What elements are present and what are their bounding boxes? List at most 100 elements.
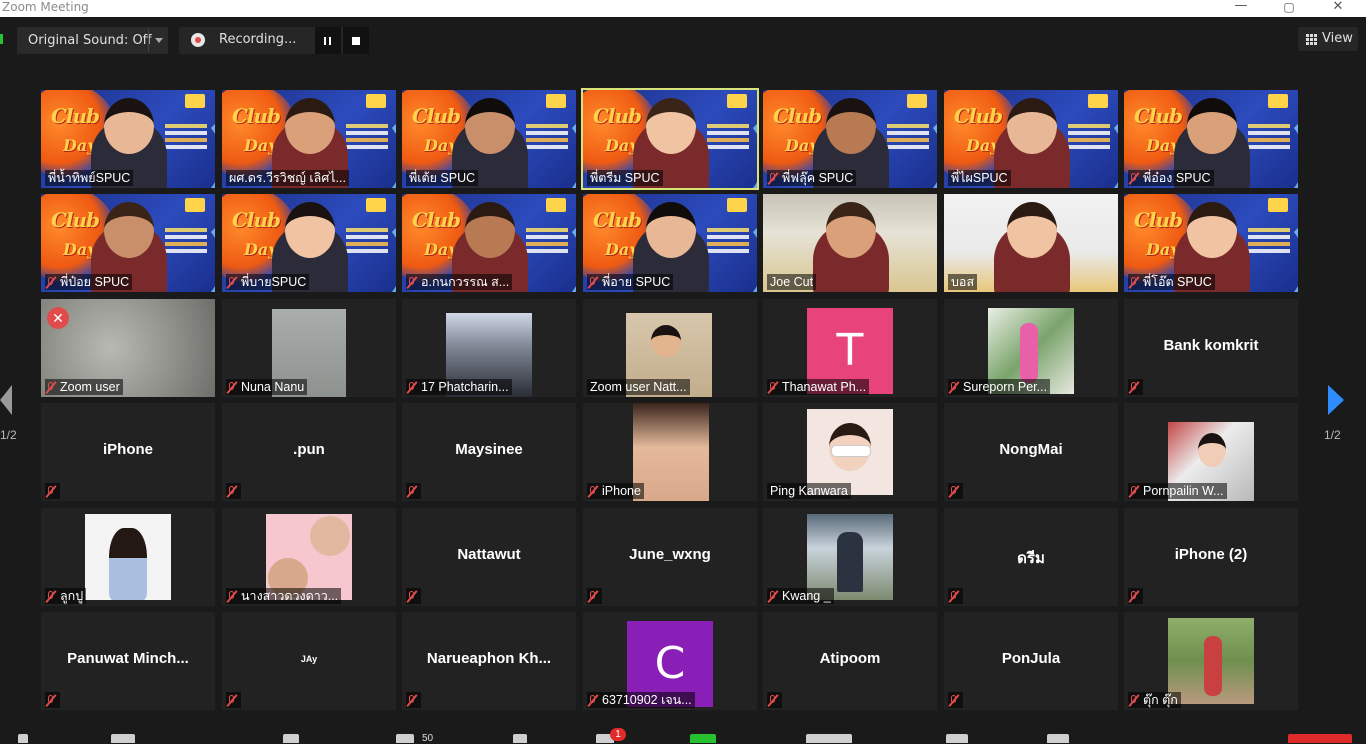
participant-name: ผศ.ดร.วีรวิชญ์ เลิศไ... [229, 171, 346, 185]
page-indicator-right: 1/2 [1324, 428, 1341, 442]
participant-tile[interactable]: Club Day พี่ตรีม SPUC [581, 88, 759, 190]
participant-caption [45, 483, 60, 499]
reactions-icon[interactable] [946, 734, 968, 743]
original-sound-button[interactable]: Original Sound: Off [17, 27, 168, 54]
minimize-icon[interactable]: — [1218, 0, 1264, 17]
participant-tile[interactable]: นางสาวดวงดาว... [222, 508, 396, 606]
participant-tile[interactable]: Club Day พี่ฟลุ๊ค SPUC [763, 90, 937, 188]
record-icon [191, 33, 205, 47]
chevron-down-icon[interactable] [155, 38, 163, 43]
next-page-icon[interactable] [1328, 385, 1344, 415]
participant-tile[interactable]: บอส [944, 194, 1118, 292]
participant-tile[interactable]: Club Day พี่โอ๊ต SPUC [1124, 194, 1298, 292]
participant-tile[interactable]: Club Day พี่อาย SPUC [583, 194, 757, 292]
participant-tile[interactable]: iPhone [583, 403, 757, 501]
participant-tile[interactable]: iPhone (2) [1124, 508, 1298, 606]
polls-icon[interactable] [513, 734, 527, 743]
participant-tile[interactable]: Club Day พี่อ๋อง SPUC [1124, 90, 1298, 188]
participant-tile[interactable]: Club Day พี่บายSPUC [222, 194, 396, 292]
participant-tile[interactable]: Maysinee [402, 403, 576, 501]
apps-icon[interactable] [1047, 734, 1069, 743]
pause-recording-button[interactable] [315, 27, 341, 54]
participant-tile[interactable]: T Thanawat Ph... [763, 299, 937, 397]
participant-tile[interactable]: Zoom user Natt... [583, 299, 757, 397]
participant-tile[interactable]: Atipoom [763, 612, 937, 710]
participant-tile[interactable]: iPhone [41, 403, 215, 501]
participant-caption: พี่บายSPUC [226, 274, 310, 290]
participant-caption: Pornpailin W... [1128, 483, 1227, 499]
participant-caption: Zoom user Natt... [587, 379, 690, 395]
participant-caption [226, 692, 241, 708]
participant-tile[interactable]: C 63710902 เจน... [583, 612, 757, 710]
muted-microphone-icon [45, 381, 57, 393]
participant-name: Nuna Nanu [241, 380, 305, 394]
participant-tile[interactable]: ดรีม [944, 508, 1118, 606]
participant-display-name: iPhone (2) [1174, 546, 1248, 563]
participant-caption: Sureporn Per... [948, 379, 1051, 395]
participant-tile[interactable]: Bank komkrit [1124, 299, 1298, 397]
participant-caption: พี่ไผSPUC [948, 170, 1011, 186]
participant-tile[interactable]: Kwang _ [763, 508, 937, 606]
muted-microphone-icon [226, 485, 238, 497]
participant-tile[interactable]: JAy [222, 612, 396, 710]
muted-microphone-icon [226, 694, 238, 706]
participant-tile[interactable]: Joe Cut [763, 194, 937, 292]
end-meeting-button[interactable] [1288, 734, 1352, 743]
participant-tile[interactable]: Narueaphon Kh... [402, 612, 576, 710]
participant-figure [310, 516, 350, 556]
video-camera-icon[interactable] [111, 734, 135, 743]
participant-caption [1128, 379, 1143, 395]
participant-tile[interactable]: ✕ Zoom user [41, 299, 215, 397]
participant-tile[interactable]: Nuna Nanu [222, 299, 396, 397]
stop-recording-button[interactable] [343, 27, 369, 54]
participant-tile[interactable]: 17 Phatcharin... [402, 299, 576, 397]
participant-caption [1128, 588, 1143, 604]
participant-tile[interactable]: ตุ๊ก ตุ๊ก [1124, 612, 1298, 710]
participants-icon[interactable] [396, 734, 414, 743]
participant-tile[interactable]: Club Day พี่ไผSPUC [944, 90, 1118, 188]
muted-microphone-icon [406, 276, 418, 288]
participant-tile[interactable]: June_wxng [583, 508, 757, 606]
record-button-icon[interactable] [806, 734, 852, 743]
participant-tile[interactable]: Club Day พี่ป๋อย SPUC [41, 194, 215, 292]
participant-caption: iPhone [587, 483, 644, 499]
participant-name: Pornpailin W... [1143, 484, 1224, 498]
participant-display-name: JAy [300, 654, 318, 664]
muted-microphone-icon [226, 381, 238, 393]
share-screen-icon[interactable] [690, 734, 716, 743]
microphone-icon[interactable] [18, 734, 28, 743]
participant-tile[interactable]: Club Day พี่เต้ย SPUC [402, 90, 576, 188]
participant-name: ตุ๊ก ตุ๊ก [1143, 693, 1178, 707]
participant-tile[interactable]: Nattawut [402, 508, 576, 606]
participant-name: พี่ไผSPUC [951, 171, 1008, 185]
participant-tile[interactable]: ลูกปู [41, 508, 215, 606]
participant-tile[interactable]: .pun [222, 403, 396, 501]
participant-caption: พี่ตรีม SPUC [587, 170, 663, 186]
participant-name: Kwang _ [782, 589, 831, 603]
participant-tile[interactable]: PonJula [944, 612, 1118, 710]
participant-tile[interactable]: Ping Kanwara [763, 403, 937, 501]
muted-microphone-icon [587, 694, 599, 706]
participant-tile[interactable]: NongMai [944, 403, 1118, 501]
participant-display-name: Bank komkrit [1163, 337, 1259, 354]
participant-name: พี่ป๋อย SPUC [60, 275, 130, 289]
participant-name: พี่ตรีม SPUC [590, 171, 660, 185]
participant-tile[interactable]: Sureporn Per... [944, 299, 1118, 397]
participant-tile[interactable]: Club Day ผศ.ดร.วีรวิชญ์ เลิศไ... [222, 90, 396, 188]
view-button[interactable]: View [1298, 27, 1358, 51]
participant-caption: Kwang _ [767, 588, 834, 604]
participant-display-name: June_wxng [629, 546, 711, 563]
maximize-icon[interactable]: ▢ [1266, 0, 1312, 17]
participant-tile[interactable]: Panuwat Minch... [41, 612, 215, 710]
participant-tile[interactable]: Club Day พี่น้ำทิพย์SPUC [41, 90, 215, 188]
page-indicator-left: 1/2 [0, 428, 17, 442]
security-shield-icon[interactable] [283, 734, 299, 743]
participant-name: Joe Cut [770, 275, 814, 289]
close-icon[interactable]: ✕ [1315, 0, 1361, 17]
participant-tile[interactable]: Club Day อ.กนกวรรณ ส... [402, 194, 576, 292]
view-label: View [1322, 31, 1353, 46]
participant-tile[interactable]: Pornpailin W... [1124, 403, 1298, 501]
previous-page-icon[interactable] [0, 385, 12, 415]
muted-microphone-icon [226, 276, 238, 288]
participant-name: บอส [951, 275, 975, 289]
